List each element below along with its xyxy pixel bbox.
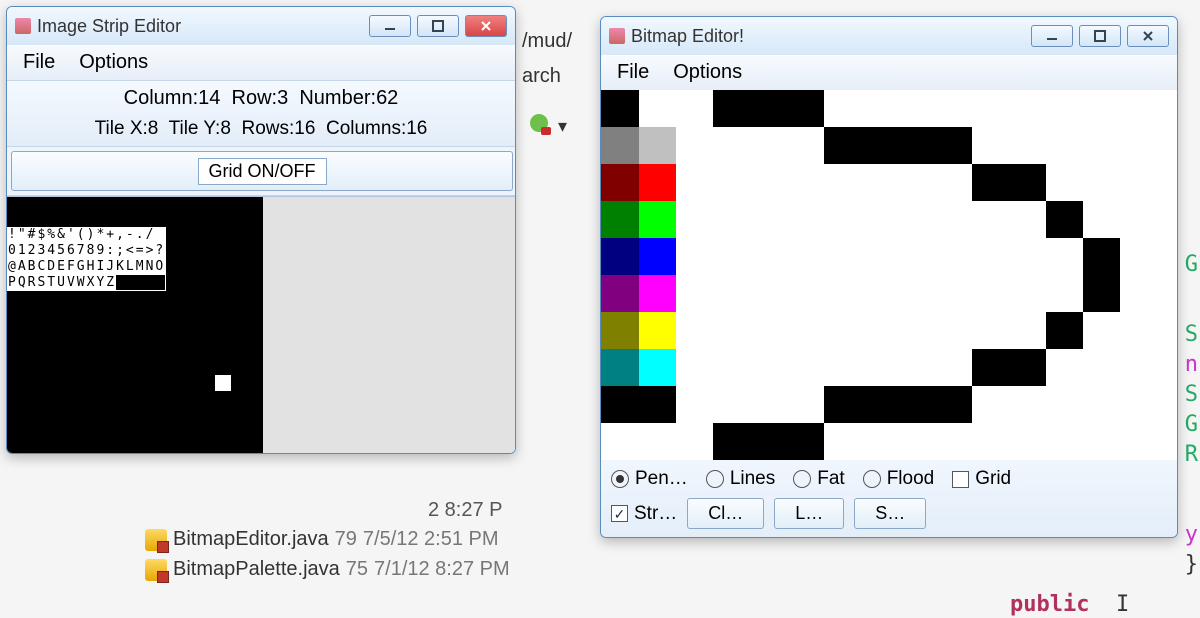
pixel bbox=[1046, 312, 1083, 349]
bg-file-time-fragment: 2 8:27 P bbox=[428, 499, 503, 522]
tool-lines-radio[interactable]: Lines bbox=[706, 468, 775, 490]
palette-swatch[interactable] bbox=[601, 127, 639, 164]
java-icon bbox=[609, 28, 625, 44]
code-letter: G bbox=[1185, 412, 1198, 437]
bmp-title: Bitmap Editor! bbox=[631, 26, 744, 47]
pixel bbox=[972, 349, 1046, 386]
bitmap-editor-window: Bitmap Editor! File Options Pen… Lines F… bbox=[600, 16, 1178, 538]
close-button[interactable] bbox=[465, 15, 507, 37]
image-strip-editor-window: Image Strip Editor File Options Column:1… bbox=[6, 6, 516, 454]
bg-file2-rev: 75 bbox=[346, 558, 368, 581]
grid-checkbox[interactable]: Grid bbox=[952, 468, 1011, 490]
palette-swatch[interactable] bbox=[601, 164, 639, 201]
code-letter: y bbox=[1185, 522, 1198, 547]
tool-pen-radio[interactable]: Pen… bbox=[611, 468, 688, 490]
grid-toggle-label: Grid ON/OFF bbox=[198, 158, 327, 185]
palette-swatch[interactable] bbox=[639, 312, 677, 349]
clear-button[interactable]: Cl… bbox=[687, 498, 764, 529]
palette-swatch[interactable] bbox=[601, 238, 639, 275]
palette-swatch[interactable] bbox=[601, 312, 639, 349]
strip-canvas-padding bbox=[263, 197, 515, 453]
strip-canvas-area: !"#$%&'()*+,-./ 0123456789:;<=>? @ABCDEF… bbox=[7, 196, 515, 453]
palette-swatch[interactable] bbox=[639, 238, 677, 275]
pixel bbox=[972, 164, 1046, 201]
ise-menubar: File Options bbox=[7, 45, 515, 80]
bg-file2-name: BitmapPalette.java bbox=[173, 558, 340, 581]
ise-info-panel: Column:14 Row:3 Number:62 Tile X:8 Tile … bbox=[7, 80, 515, 147]
bg-toolbar-dropdown[interactable]: ▾ bbox=[530, 114, 567, 137]
load-button[interactable]: L… bbox=[774, 498, 844, 529]
bg-search-fragment: arch bbox=[522, 65, 561, 88]
strip-canvas[interactable]: !"#$%&'()*+,-./ 0123456789:;<=>? @ABCDEF… bbox=[7, 197, 263, 453]
pixel bbox=[713, 423, 824, 460]
char-grid: !"#$%&'()*+,-./ 0123456789:;<=>? @ABCDEF… bbox=[7, 227, 166, 291]
palette-swatch[interactable] bbox=[601, 275, 639, 312]
bg-file-row-2[interactable]: BitmapPalette.java 75 7/1/12 8:27 PM bbox=[145, 558, 510, 581]
pixel bbox=[824, 386, 972, 423]
code-letter: G bbox=[1185, 252, 1198, 277]
code-letter: n bbox=[1185, 352, 1198, 377]
code-letter: R bbox=[1185, 442, 1198, 467]
maximize-button[interactable] bbox=[417, 15, 459, 37]
palette-swatch[interactable] bbox=[639, 349, 677, 386]
pixel bbox=[713, 90, 824, 127]
code-letter: S bbox=[1185, 322, 1198, 347]
tool-flood-radio[interactable]: Flood bbox=[863, 468, 935, 490]
palette-swatch[interactable] bbox=[639, 127, 677, 164]
menu-options[interactable]: Options bbox=[673, 61, 742, 84]
palette-swatch[interactable] bbox=[639, 201, 677, 238]
palette-current[interactable] bbox=[601, 386, 676, 423]
code-public: public I bbox=[1010, 592, 1129, 617]
minimize-button[interactable] bbox=[369, 15, 411, 37]
bmp-tool-panel: Pen… Lines Fat Flood Grid Str… Cl… L… S… bbox=[601, 460, 1177, 537]
minimize-button[interactable] bbox=[1031, 25, 1073, 47]
bg-file-row-1[interactable]: BitmapEditor.java 79 7/5/12 2:51 PM bbox=[145, 528, 499, 551]
save-button[interactable]: S… bbox=[854, 498, 926, 529]
palette-black[interactable] bbox=[601, 90, 639, 127]
bg-file1-name: BitmapEditor.java bbox=[173, 528, 329, 551]
pixel bbox=[824, 127, 972, 164]
bmp-titlebar[interactable]: Bitmap Editor! bbox=[601, 17, 1177, 55]
code-letter: } bbox=[1185, 552, 1198, 577]
str-checkbox[interactable]: Str… bbox=[611, 503, 677, 525]
pixel bbox=[1083, 238, 1120, 312]
menu-file[interactable]: File bbox=[617, 61, 649, 84]
bmp-menubar: File Options bbox=[601, 55, 1177, 90]
close-button[interactable] bbox=[1127, 25, 1169, 47]
grid-toggle-button[interactable]: Grid ON/OFF bbox=[11, 151, 513, 191]
palette-swatch[interactable] bbox=[601, 201, 639, 238]
palette-swatch[interactable] bbox=[639, 164, 677, 201]
pixel-canvas[interactable] bbox=[676, 90, 1156, 460]
bg-file2-date: 7/1/12 8:27 PM bbox=[374, 558, 510, 581]
code-letter: S bbox=[1185, 382, 1198, 407]
menu-file[interactable]: File bbox=[23, 51, 55, 74]
java-file-icon bbox=[145, 529, 167, 551]
menu-options[interactable]: Options bbox=[79, 51, 148, 74]
ise-title: Image Strip Editor bbox=[37, 16, 181, 37]
tool-fat-radio[interactable]: Fat bbox=[793, 468, 844, 490]
palette-swatch[interactable] bbox=[639, 275, 677, 312]
palette-white[interactable] bbox=[639, 90, 677, 127]
bg-file1-rev: 79 bbox=[335, 528, 357, 551]
palette-swatch[interactable] bbox=[601, 349, 639, 386]
bg-file1-date: 7/5/12 2:51 PM bbox=[363, 528, 499, 551]
maximize-button[interactable] bbox=[1079, 25, 1121, 47]
java-icon bbox=[15, 18, 31, 34]
strip-cursor bbox=[215, 375, 231, 391]
pixel bbox=[1046, 201, 1083, 238]
color-palette bbox=[601, 90, 676, 460]
ise-titlebar[interactable]: Image Strip Editor bbox=[7, 7, 515, 45]
bg-path-fragment: /mud/ bbox=[522, 30, 572, 53]
java-file-icon bbox=[145, 559, 167, 581]
